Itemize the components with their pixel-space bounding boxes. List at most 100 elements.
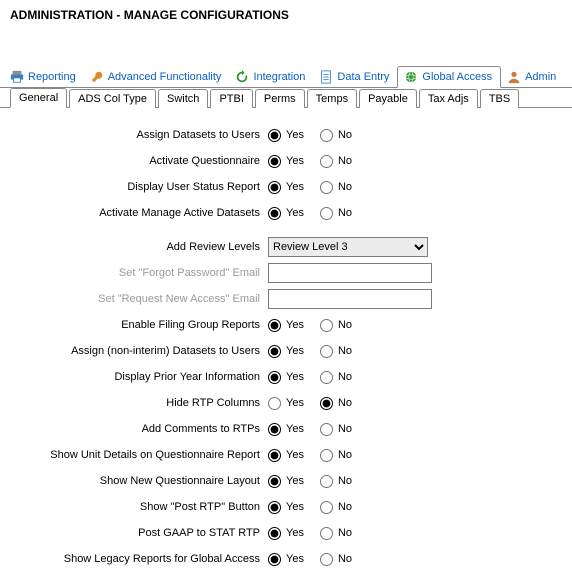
radio-no[interactable]: No <box>320 397 352 410</box>
radio-label: Yes <box>286 345 304 357</box>
radio-input[interactable] <box>320 553 333 566</box>
radio-label: No <box>338 345 352 357</box>
radio-input[interactable] <box>320 423 333 436</box>
radio-yes[interactable]: Yes <box>268 553 304 566</box>
radio-yes[interactable]: Yes <box>268 155 304 168</box>
radio-yes[interactable]: Yes <box>268 207 304 220</box>
radio-label: No <box>338 527 352 539</box>
radio-input[interactable] <box>268 319 281 332</box>
radio-label: Yes <box>286 181 304 193</box>
radio-yes[interactable]: Yes <box>268 181 304 194</box>
radio-input[interactable] <box>268 155 281 168</box>
radio-input[interactable] <box>268 527 281 540</box>
top-toolbar: ReportingAdvanced FunctionalityIntegrati… <box>0 66 572 88</box>
radio-yes[interactable]: Yes <box>268 345 304 358</box>
radio-input[interactable] <box>268 501 281 514</box>
toolbar-item-data-entry[interactable]: Data Entry <box>313 67 397 87</box>
radio-label: Yes <box>286 397 304 409</box>
radio-label: No <box>338 129 352 141</box>
radio-input[interactable] <box>320 207 333 220</box>
radio-yes[interactable]: Yes <box>268 319 304 332</box>
radio-label: No <box>338 553 352 565</box>
radio-label: Yes <box>286 475 304 487</box>
radio-input[interactable] <box>268 449 281 462</box>
toolbar-item-advanced-functionality[interactable]: Advanced Functionality <box>84 67 230 87</box>
tab-general[interactable]: General <box>10 88 67 108</box>
radio-no[interactable]: No <box>320 553 352 566</box>
radio-input[interactable] <box>320 397 333 410</box>
config-row-postGAAP: Post GAAP to STAT RTPYesNo <box>10 522 562 544</box>
radio-input[interactable] <box>320 345 333 358</box>
radio-yes[interactable]: Yes <box>268 397 304 410</box>
radio-group: Yes No <box>268 129 362 142</box>
radio-input[interactable] <box>320 319 333 332</box>
radio-label: No <box>338 319 352 331</box>
radio-input[interactable] <box>268 181 281 194</box>
radio-input[interactable] <box>268 475 281 488</box>
config-row-activateManageActive: Activate Manage Active DatasetsYesNo <box>10 202 562 224</box>
radio-input[interactable] <box>268 129 281 142</box>
radio-yes[interactable]: Yes <box>268 475 304 488</box>
config-row-assignNonInterim: Assign (non-interim) Datasets to UsersYe… <box>10 340 562 362</box>
tab-temps[interactable]: Temps <box>307 89 357 108</box>
tab-payable[interactable]: Payable <box>359 89 417 108</box>
radio-input[interactable] <box>268 345 281 358</box>
toolbar-item-integration[interactable]: Integration <box>229 67 313 87</box>
config-label: Hide RTP Columns <box>10 397 268 409</box>
radio-label: Yes <box>286 527 304 539</box>
radio-input[interactable] <box>268 553 281 566</box>
radio-no[interactable]: No <box>320 181 352 194</box>
refresh-icon <box>235 70 249 84</box>
tab-strip: GeneralADS Col TypeSwitchPTBIPermsTempsP… <box>0 87 572 108</box>
radio-no[interactable]: No <box>320 475 352 488</box>
radio-no[interactable]: No <box>320 129 352 142</box>
tab-tbs[interactable]: TBS <box>480 89 519 108</box>
radio-input[interactable] <box>320 129 333 142</box>
toolbar-item-admin[interactable]: Admin <box>501 67 564 87</box>
radio-input[interactable] <box>320 475 333 488</box>
radio-no[interactable]: No <box>320 155 352 168</box>
radio-label: Yes <box>286 501 304 513</box>
radio-no[interactable]: No <box>320 345 352 358</box>
radio-input[interactable] <box>268 207 281 220</box>
radio-yes[interactable]: Yes <box>268 371 304 384</box>
tab-switch[interactable]: Switch <box>158 89 208 108</box>
config-label: Show "Post RTP" Button <box>10 501 268 513</box>
radio-label: Yes <box>286 371 304 383</box>
radio-input[interactable] <box>268 397 281 410</box>
radio-group: Yes No <box>268 449 362 462</box>
radio-yes[interactable]: Yes <box>268 129 304 142</box>
radio-input[interactable] <box>320 501 333 514</box>
review-level-select[interactable]: Review Level 1Review Level 2Review Level… <box>268 237 428 257</box>
request-input[interactable] <box>268 289 432 309</box>
document-icon <box>319 70 333 84</box>
radio-no[interactable]: No <box>320 319 352 332</box>
radio-yes[interactable]: Yes <box>268 527 304 540</box>
radio-input[interactable] <box>320 527 333 540</box>
radio-no[interactable]: No <box>320 527 352 540</box>
tab-ptbi[interactable]: PTBI <box>210 89 252 108</box>
radio-no[interactable]: No <box>320 371 352 384</box>
radio-yes[interactable]: Yes <box>268 423 304 436</box>
tab-ads-col-type[interactable]: ADS Col Type <box>69 89 156 108</box>
radio-no[interactable]: No <box>320 449 352 462</box>
radio-input[interactable] <box>320 449 333 462</box>
radio-yes[interactable]: Yes <box>268 449 304 462</box>
toolbar-item-reporting[interactable]: Reporting <box>4 67 84 87</box>
radio-no[interactable]: No <box>320 207 352 220</box>
radio-input[interactable] <box>268 371 281 384</box>
toolbar-item-global-access[interactable]: Global Access <box>397 66 501 88</box>
radio-input[interactable] <box>268 423 281 436</box>
radio-no[interactable]: No <box>320 501 352 514</box>
radio-yes[interactable]: Yes <box>268 501 304 514</box>
radio-input[interactable] <box>320 181 333 194</box>
tab-perms[interactable]: Perms <box>255 89 305 108</box>
radio-no[interactable]: No <box>320 423 352 436</box>
radio-input[interactable] <box>320 371 333 384</box>
forgot-input[interactable] <box>268 263 432 283</box>
radio-label: Yes <box>286 207 304 219</box>
radio-input[interactable] <box>320 155 333 168</box>
radio-group: Yes No <box>268 475 362 488</box>
tab-tax-adjs[interactable]: Tax Adjs <box>419 89 478 108</box>
radio-label: No <box>338 501 352 513</box>
